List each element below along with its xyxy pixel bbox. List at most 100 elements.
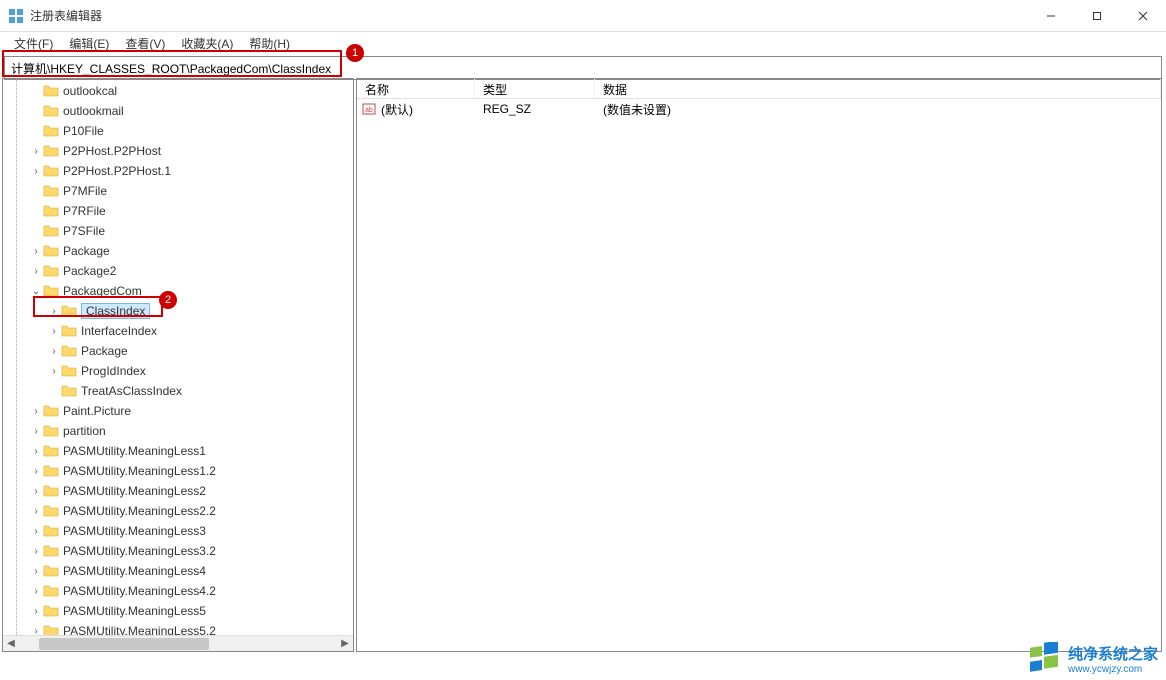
chevron-icon[interactable]: › <box>47 306 61 317</box>
tree-node[interactable]: ›Paint.Picture <box>3 401 353 421</box>
folder-icon <box>43 184 59 198</box>
cell-data: (数值未设置) <box>595 101 1161 118</box>
tree-label: PASMUtility.MeaningLess3 <box>63 524 212 538</box>
window-controls <box>1028 0 1166 31</box>
tree-node[interactable]: › PASMUtility.MeaningLess1 <box>3 441 353 461</box>
chevron-icon[interactable]: › <box>29 586 43 597</box>
col-name[interactable]: 名称 <box>357 79 475 98</box>
maximize-button[interactable] <box>1074 0 1120 31</box>
folder-icon <box>43 484 59 498</box>
watermark: 纯净系统之家 www.ycwjzy.com <box>1028 642 1158 676</box>
col-data[interactable]: 数据 <box>595 79 1161 98</box>
tree-guideline <box>16 79 17 651</box>
tree-node[interactable]: › ProgIdIndex <box>3 361 353 381</box>
string-icon: ab <box>361 102 377 116</box>
folder-icon <box>43 544 59 558</box>
tree-label: PASMUtility.MeaningLess2.2 <box>63 504 222 518</box>
tree-node[interactable]: ·P7RFile <box>3 201 353 221</box>
cell-type: REG_SZ <box>475 102 595 116</box>
tree-label: ClassIndex <box>81 303 150 319</box>
h-scrollbar[interactable]: ◀ ▶ <box>3 635 353 651</box>
chevron-icon[interactable]: › <box>29 466 43 477</box>
address-bar[interactable]: 计算机\HKEY_CLASSES_ROOT\PackagedCom\ClassI… <box>4 56 1162 80</box>
tree-node[interactable]: ›P2PHost.P2PHost <box>3 141 353 161</box>
chevron-icon[interactable]: › <box>29 246 43 257</box>
menu-file[interactable]: 文件(F) <box>6 33 61 54</box>
tree-node[interactable]: ·P7SFile <box>3 221 353 241</box>
chevron-icon[interactable]: › <box>29 406 43 417</box>
tree-node[interactable]: › ClassIndex <box>3 301 353 321</box>
tree-label: PASMUtility.MeaningLess1 <box>63 444 212 458</box>
tree-node[interactable]: ⌄ PackagedCom <box>3 281 353 301</box>
tree-node[interactable]: ·outlookcal <box>3 81 353 101</box>
tree-label: P7RFile <box>63 204 112 218</box>
folder-icon <box>43 124 59 138</box>
chevron-icon[interactable]: › <box>47 346 61 357</box>
tree-node[interactable]: › InterfaceIndex <box>3 321 353 341</box>
chevron-icon[interactable]: › <box>29 266 43 277</box>
scroll-right-icon[interactable]: ▶ <box>337 638 353 649</box>
list-rows: ab(默认)REG_SZ(数值未设置) <box>357 99 1161 119</box>
tree-node[interactable]: › partition <box>3 421 353 441</box>
chevron-icon[interactable]: › <box>47 326 61 337</box>
folder-icon <box>43 564 59 578</box>
tree-label: ProgIdIndex <box>81 364 152 378</box>
tree-label: Package <box>63 244 116 258</box>
chevron-icon[interactable]: › <box>47 366 61 377</box>
menu-view[interactable]: 查看(V) <box>117 33 173 54</box>
tree-label: PASMUtility.MeaningLess1.2 <box>63 464 222 478</box>
window-title: 注册表编辑器 <box>30 7 1028 24</box>
menu-help[interactable]: 帮助(H) <box>241 33 298 54</box>
tree-node[interactable]: ·P10File <box>3 121 353 141</box>
scroll-left-icon[interactable]: ◀ <box>3 638 19 649</box>
tree-node[interactable]: ·P7MFile <box>3 181 353 201</box>
chevron-icon[interactable]: › <box>29 566 43 577</box>
tree-label: PASMUtility.MeaningLess2 <box>63 484 212 498</box>
tree-label: partition <box>63 424 112 438</box>
tree-node[interactable]: › PASMUtility.MeaningLess3 <box>3 521 353 541</box>
list-pane[interactable]: 名称 类型 数据 ab(默认)REG_SZ(数值未设置) <box>356 78 1162 652</box>
chevron-icon[interactable]: › <box>29 606 43 617</box>
folder-icon <box>61 324 77 338</box>
chevron-icon[interactable]: › <box>29 426 43 437</box>
tree-node[interactable]: ›PASMUtility.MeaningLess3.2 <box>3 541 353 561</box>
close-button[interactable] <box>1120 0 1166 31</box>
chevron-icon[interactable]: › <box>29 546 43 557</box>
tree-node[interactable]: › PASMUtility.MeaningLess2.2 <box>3 501 353 521</box>
menu-edit[interactable]: 编辑(E) <box>61 33 117 54</box>
tree-node[interactable]: › Package <box>3 241 353 261</box>
tree-pane[interactable]: ·outlookcal·outlookmail·P10File›P2PHost.… <box>2 78 354 652</box>
chevron-icon[interactable]: › <box>29 166 43 177</box>
chevron-icon[interactable]: › <box>29 506 43 517</box>
tree-node[interactable]: › PASMUtility.MeaningLess1.2 <box>3 461 353 481</box>
minimize-button[interactable] <box>1028 0 1074 31</box>
chevron-icon[interactable]: › <box>29 446 43 457</box>
list-row[interactable]: ab(默认)REG_SZ(数值未设置) <box>357 99 1161 119</box>
tree-label: P2PHost.P2PHost.1 <box>63 164 177 178</box>
tree-node[interactable]: ·outlookmail <box>3 101 353 121</box>
chevron-icon[interactable]: › <box>29 486 43 497</box>
tree-node[interactable]: › P2PHost.P2PHost.1 <box>3 161 353 181</box>
folder-icon <box>43 464 59 478</box>
tree-node[interactable]: ›PASMUtility.MeaningLess4.2 <box>3 581 353 601</box>
tree-node[interactable]: ›PASMUtility.MeaningLess5 <box>3 601 353 621</box>
col-type[interactable]: 类型 <box>475 79 595 98</box>
tree-label: TreatAsClassIndex <box>81 384 188 398</box>
menubar: 文件(F) 编辑(E) 查看(V) 收藏夹(A) 帮助(H) <box>0 32 1166 54</box>
chevron-icon[interactable]: ⌄ <box>29 286 43 297</box>
watermark-url: www.ycwjzy.com <box>1068 664 1158 675</box>
tree-node[interactable]: ›PASMUtility.MeaningLess4 <box>3 561 353 581</box>
menu-favorites[interactable]: 收藏夹(A) <box>173 33 241 54</box>
chevron-icon[interactable]: › <box>29 526 43 537</box>
folder-icon <box>43 424 59 438</box>
tree-label: Package2 <box>63 264 122 278</box>
tree-node[interactable]: ›Package <box>3 341 353 361</box>
tree-label: PackagedCom <box>63 284 148 298</box>
tree-label: InterfaceIndex <box>81 324 163 338</box>
tree-node[interactable]: › PASMUtility.MeaningLess2 <box>3 481 353 501</box>
scroll-thumb[interactable] <box>39 638 209 650</box>
tree-node[interactable]: › Package2 <box>3 261 353 281</box>
folder-icon <box>61 384 77 398</box>
tree-node[interactable]: ·TreatAsClassIndex <box>3 381 353 401</box>
chevron-icon[interactable]: › <box>29 146 43 157</box>
